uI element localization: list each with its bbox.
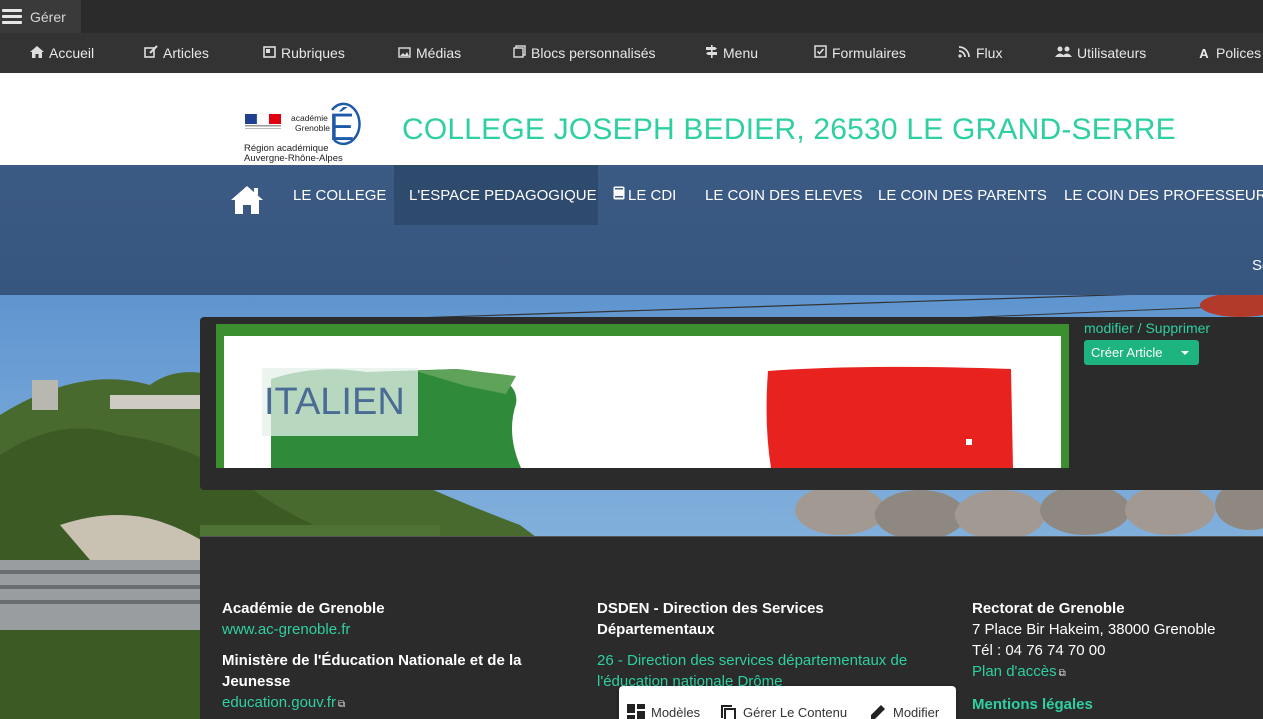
copy-icon [721, 705, 736, 719]
plan-acces-link[interactable]: Plan d'accès [972, 663, 1057, 680]
nav-coin-professeurs[interactable]: LE COIN DES PROFESSEURS [1049, 165, 1263, 225]
footer-heading-rectorat: Rectorat de Grenoble [972, 600, 1125, 617]
article-title[interactable]: ITALIEN [262, 368, 418, 436]
admin-item-utilisateurs[interactable]: Utilisateurs [1054, 33, 1146, 73]
external-link-icon: ⧉ [337, 699, 346, 710]
rectorat-address: 7 Place Bir Hakeim, 38000 Grenoble [972, 621, 1216, 638]
nav-coin-parents[interactable]: LE COIN DES PARENTS [863, 165, 1062, 225]
education-gouv-link[interactable]: education.gouv.fr [222, 694, 336, 711]
caret-down-icon[interactable] [1181, 351, 1189, 355]
gerer-menu-button[interactable]: Gérer [0, 0, 81, 33]
create-article-button[interactable]: Créer Article [1084, 340, 1199, 365]
signpost-icon [704, 45, 718, 61]
footer-heading-ministere: Ministère de l'Éducation Nationale et de… [222, 652, 522, 690]
academie-logo[interactable]: académie Grenoble É Région académique Au… [243, 95, 363, 165]
rectorat-phone: Tél : 04 76 74 70 00 [972, 642, 1106, 659]
book-icon [613, 186, 625, 204]
folder-icon [262, 45, 276, 61]
nav-le-cdi[interactable]: LE CDI [598, 165, 691, 225]
admin-item-polices[interactable]: A Polices [1197, 33, 1261, 73]
nav-le-college[interactable]: LE COLLEGE [278, 165, 401, 225]
nav-espace-pedagogique[interactable]: L'ESPACE PEDAGOGIQUE [394, 165, 598, 225]
svg-text:académie: académie [291, 113, 328, 123]
edit-links: modifier / Supprimer [1084, 320, 1210, 336]
home-icon [30, 45, 44, 61]
admin-item-medias[interactable]: Médias [397, 33, 461, 73]
checkbox-icon [813, 45, 827, 61]
ac-grenoble-link[interactable]: www.ac-grenoble.fr [222, 619, 552, 640]
font-icon: A [1199, 45, 1209, 61]
admin-item-rubriques[interactable]: Rubriques [262, 33, 345, 73]
footer-col-rectorat: Rectorat de Grenoble 7 Place Bir Hakeim,… [972, 598, 1262, 715]
dashboard-icon [627, 704, 645, 719]
education-link-row[interactable]: education.gouv.fr ⧉ [222, 692, 552, 715]
supprimer-link[interactable]: Supprimer [1145, 320, 1210, 336]
footer-col-academie: Académie de Grenoble www.ac-grenoble.fr … [222, 598, 552, 715]
plan-acces-row[interactable]: Plan d'accès ⧉ [972, 661, 1262, 684]
modifier-button[interactable]: Modifier [869, 686, 939, 719]
admin-menu: Accueil Articles Rubriques Médias Blocs … [0, 33, 1263, 73]
users-icon [1054, 46, 1072, 61]
footer-heading-dsden: DSDEN - Direction des Services Départeme… [597, 600, 824, 638]
home-icon[interactable] [230, 185, 264, 215]
svg-text:Auvergne-Rhône-Alpes: Auvergne-Rhône-Alpes [244, 153, 343, 164]
admin-item-accueil[interactable]: Accueil [30, 33, 94, 73]
pencil-icon [871, 705, 885, 719]
edit-icon [144, 45, 158, 61]
nav-overflow-text[interactable]: Se [1252, 257, 1263, 274]
rss-icon [957, 45, 971, 61]
admin-top-bar: Gérer [0, 0, 1263, 33]
admin-item-flux[interactable]: Flux [957, 33, 1002, 73]
admin-item-blocs[interactable]: Blocs personnalisés [512, 33, 656, 73]
blocks-icon [512, 45, 526, 61]
mentions-legales-link[interactable]: Mentions légales [972, 694, 1262, 715]
footer-col-dsden: DSDEN - Direction des Services Départeme… [597, 598, 937, 692]
svg-text:Grenoble: Grenoble [295, 123, 330, 133]
modifier-link[interactable]: modifier [1084, 320, 1134, 336]
gerer-label: Gérer [30, 8, 66, 25]
gerer-contenu-button[interactable]: Gérer Le Contenu [719, 686, 847, 719]
image-icon [397, 46, 411, 61]
hamburger-icon [2, 8, 22, 25]
floating-edit-toolbar: Modèles Gérer Le Contenu Modifier [619, 686, 956, 719]
nav-coin-eleves[interactable]: LE COIN DES ELEVES [690, 165, 878, 225]
link-separator: / [1133, 320, 1146, 336]
admin-item-formulaires[interactable]: Formulaires [813, 33, 906, 73]
modeles-button[interactable]: Modèles [627, 686, 700, 719]
site-title[interactable]: COLLEGE JOSEPH BEDIER, 26530 LE GRAND-SE… [402, 113, 1176, 147]
admin-item-menu[interactable]: Menu [704, 33, 758, 73]
footer-heading-academie: Académie de Grenoble [222, 600, 385, 617]
external-link-icon: ⧉ [1058, 668, 1066, 679]
admin-item-articles[interactable]: Articles [144, 33, 209, 73]
